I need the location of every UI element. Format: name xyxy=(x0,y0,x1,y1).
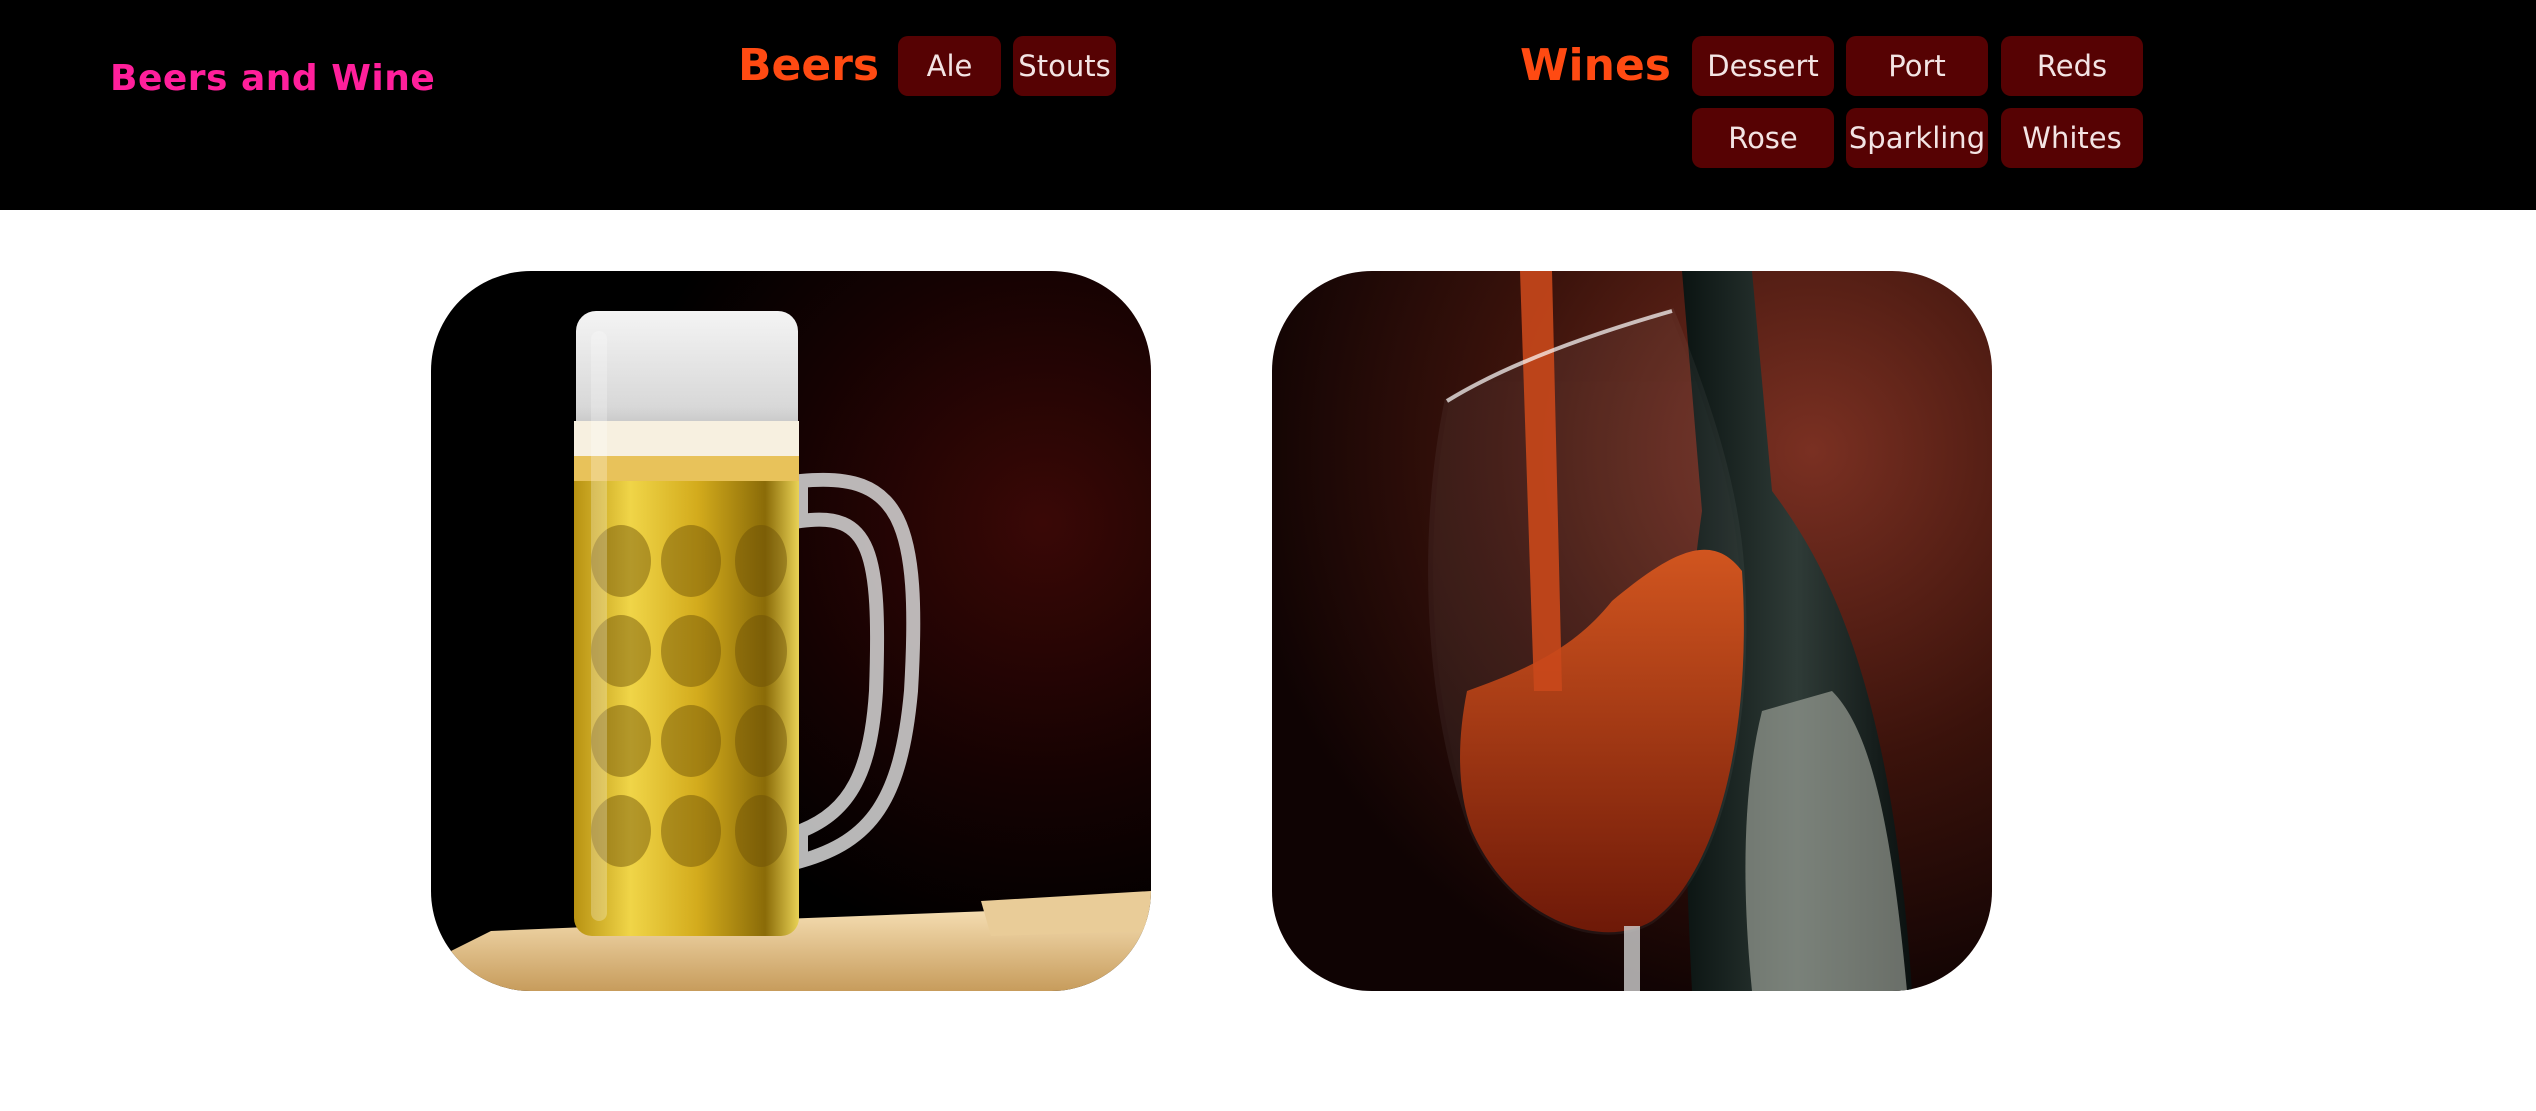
beer-ale-button[interactable]: Ale xyxy=(898,36,1001,96)
site-title[interactable]: Beers and Wine xyxy=(110,58,435,99)
beer-stouts-button[interactable]: Stouts xyxy=(1013,36,1116,96)
wine-port-button[interactable]: Port xyxy=(1846,36,1988,96)
beers-heading: Beers xyxy=(738,40,880,91)
wine-rose-button[interactable]: Rose xyxy=(1692,108,1834,168)
wines-heading: Wines xyxy=(1520,40,1671,91)
site-header: Beers and Wine Beers Ale Stouts Wines De… xyxy=(0,0,2536,210)
beer-mug-image xyxy=(431,271,1151,991)
wine-image-card[interactable] xyxy=(1272,271,1992,991)
wine-dessert-button[interactable]: Dessert xyxy=(1692,36,1834,96)
wine-reds-button[interactable]: Reds xyxy=(2001,36,2143,96)
wine-whites-button[interactable]: Whites xyxy=(2001,108,2143,168)
wine-sparkling-button[interactable]: Sparkling xyxy=(1846,108,1988,168)
beer-image-card[interactable] xyxy=(431,271,1151,991)
wine-glass-image xyxy=(1272,271,1992,991)
